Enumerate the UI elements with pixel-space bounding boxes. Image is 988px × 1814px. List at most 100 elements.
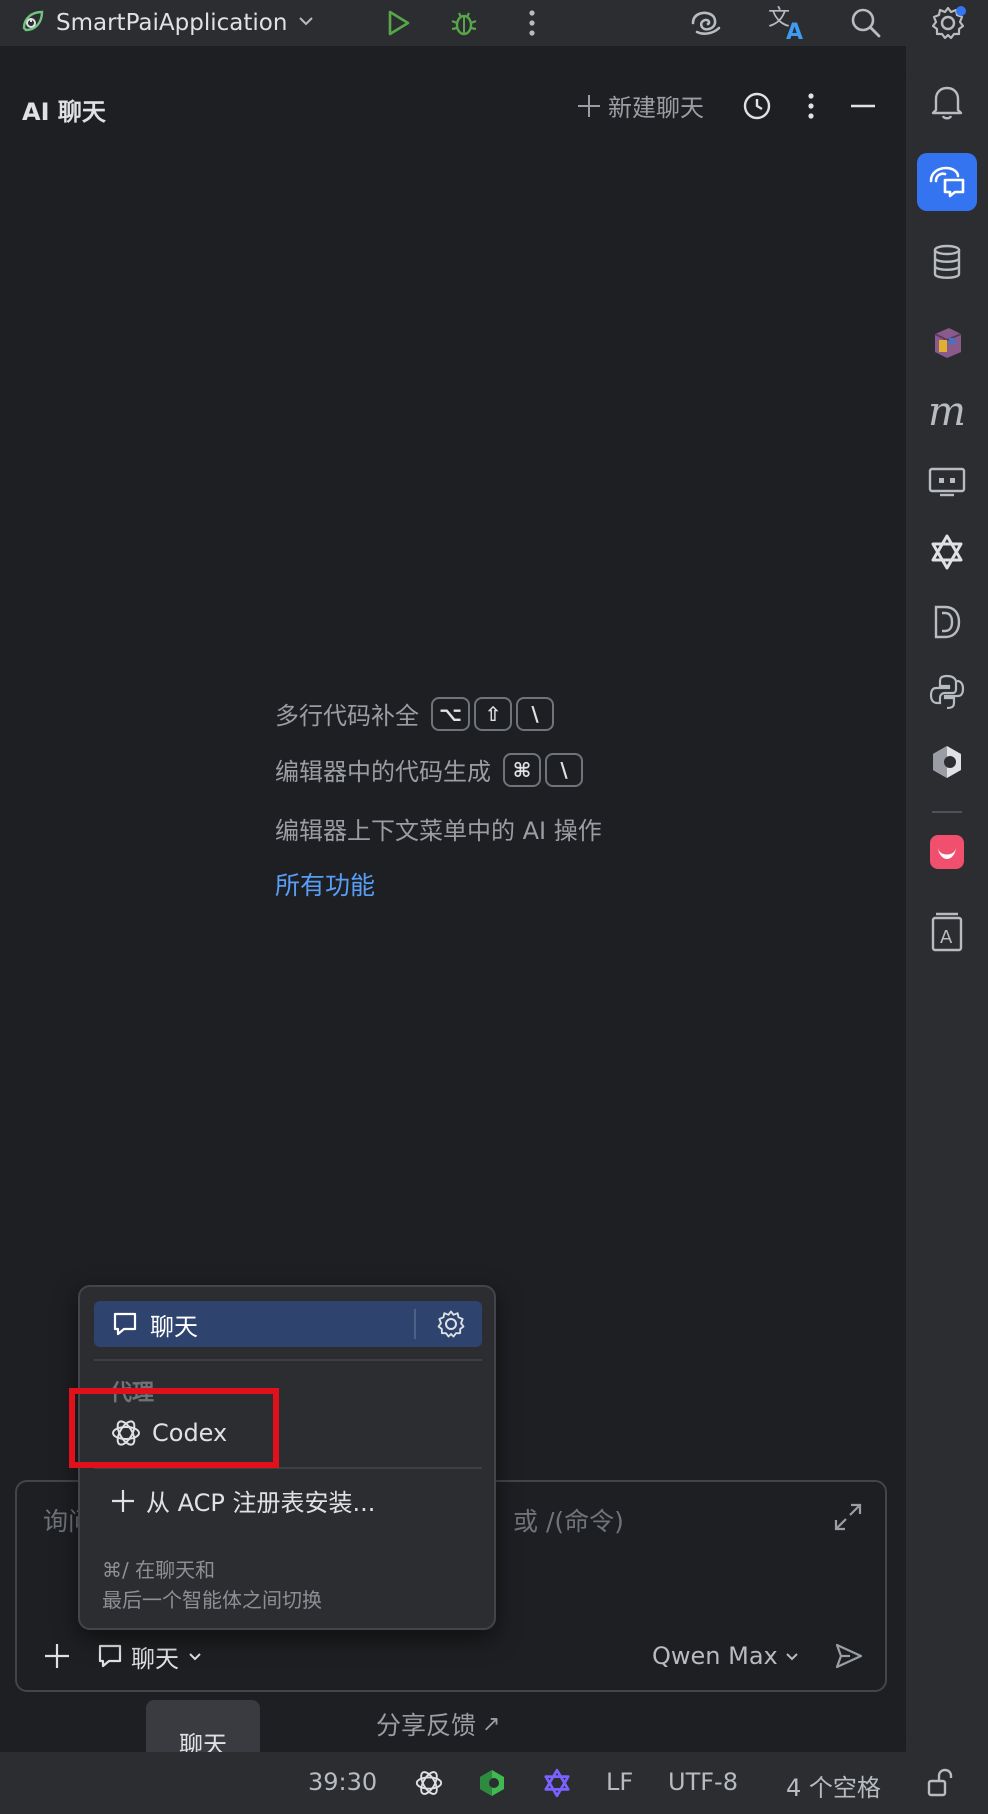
book-a-icon: A	[931, 912, 963, 952]
shift-key: ⇧	[474, 696, 513, 731]
hint-code-generation: 编辑器中的代码生成 ⌘ \	[275, 752, 583, 787]
shortcut-keys: ⌘ \	[503, 752, 583, 787]
plus-icon	[112, 1489, 134, 1512]
minus-icon	[851, 104, 875, 108]
cube-icon	[934, 328, 962, 358]
run-button[interactable]	[378, 4, 418, 42]
bug-icon	[451, 12, 477, 36]
gear-icon	[931, 6, 966, 40]
chat-history-button[interactable]	[737, 86, 777, 126]
more-vertical-icon	[529, 10, 535, 36]
indent-setting[interactable]: 4 个空格	[786, 1768, 881, 1803]
install-from-acp-registry[interactable]: 从 ACP 注册表安装...	[110, 1483, 375, 1518]
share-feedback-link[interactable]: 分享反馈 ↗	[376, 1706, 500, 1742]
d-plugin-tool-button[interactable]	[917, 593, 977, 651]
chat-bubble-icon	[98, 1644, 122, 1668]
expand-input-button[interactable]	[833, 1502, 863, 1536]
status-bar: 39:30 LF UTF-8 4 个空格	[0, 1752, 988, 1814]
option-key: ⌥	[431, 696, 471, 731]
line-ending[interactable]: LF	[606, 1768, 633, 1796]
ai-spiral-icon	[691, 11, 721, 35]
all-features-link[interactable]: 所有功能	[275, 866, 375, 902]
tongyi-status-icon[interactable]	[540, 1766, 574, 1800]
chat-mode-selector[interactable]: 聊天	[97, 1636, 203, 1676]
gear-icon	[437, 1310, 465, 1338]
ai-assistant-button[interactable]	[686, 4, 726, 42]
database-icon	[933, 244, 961, 279]
caret-position[interactable]: 39:30	[308, 1768, 377, 1796]
hint-text: 编辑器上下文菜单中的 AI 操作	[275, 817, 602, 845]
chat-settings-button[interactable]	[436, 1309, 466, 1343]
panel-options-button[interactable]	[791, 86, 831, 126]
python-tool-button[interactable]	[917, 663, 977, 721]
annotation-highlight-box	[69, 1388, 279, 1468]
hint-context-menu: 编辑器上下文菜单中的 AI 操作	[275, 811, 602, 846]
add-context-button[interactable]	[37, 1636, 77, 1676]
terminal-tool-button[interactable]	[917, 453, 977, 511]
lingma-tool-button[interactable]	[917, 733, 977, 791]
svg-text:A: A	[940, 927, 953, 948]
placeholder-tail: 或 /(命令)	[513, 1507, 624, 1536]
send-button[interactable]	[829, 1636, 869, 1676]
translate-icon: 文A	[768, 6, 803, 43]
run-config-selector[interactable]: SmartPaiApplication	[20, 4, 315, 42]
feedback-label: 分享反馈	[376, 1711, 477, 1740]
openai-icon[interactable]	[412, 1766, 446, 1800]
pink-plugin-tool-button[interactable]	[917, 823, 977, 881]
dots-screen-icon	[928, 467, 966, 497]
run-config-label: SmartPaiApplication	[56, 10, 288, 36]
python-icon	[929, 674, 965, 710]
dictionary-tool-button[interactable]: A	[917, 903, 977, 961]
debug-button[interactable]	[444, 4, 484, 42]
chevron-down-icon	[786, 1653, 798, 1661]
divider	[94, 1359, 482, 1361]
input-toolbar: 聊天 Qwen Max	[17, 1626, 885, 1690]
hexagon-logo-icon	[933, 746, 961, 778]
file-encoding[interactable]: UTF-8	[668, 1768, 738, 1796]
plugin-tool-button[interactable]	[917, 313, 977, 371]
new-chat-button[interactable]: 新建聊天	[576, 88, 704, 123]
chat-mode-label: 聊天	[131, 1644, 179, 1673]
model-selector[interactable]: Qwen Max	[652, 1636, 800, 1676]
database-tool-button[interactable]	[917, 233, 977, 291]
dropdown-item-label: 聊天	[150, 1312, 198, 1341]
backslash-key: \	[516, 696, 555, 731]
lock-icon[interactable]	[922, 1766, 956, 1800]
lingma-status-icon[interactable]	[475, 1766, 509, 1800]
notifications-button[interactable]	[917, 73, 977, 131]
right-tool-stripe: m A	[906, 46, 988, 1766]
footer-line: ⌘/ 在聊天和	[102, 1558, 216, 1582]
plus-icon	[578, 94, 600, 117]
chevron-down-icon	[189, 1653, 201, 1661]
tongyi-tool-button[interactable]	[917, 523, 977, 581]
divider	[932, 811, 962, 813]
main-toolbar: SmartPaiApplication 文A	[0, 0, 988, 46]
more-vertical-icon	[808, 93, 814, 119]
shortcut-keys: ⌥ ⇧ \	[431, 696, 555, 731]
pink-app-icon	[930, 835, 964, 869]
bell-icon	[931, 86, 963, 120]
hint-text: 多行代码补全	[275, 702, 419, 730]
ai-chat-icon	[929, 166, 965, 198]
chat-bubble-icon	[112, 1311, 138, 1341]
hint-text: 编辑器中的代码生成	[275, 758, 491, 786]
chevron-down-icon	[297, 12, 315, 34]
expand-icon	[834, 1503, 862, 1531]
svg-text:A: A	[786, 20, 803, 43]
settings-button[interactable]	[926, 2, 970, 44]
minimize-panel-button[interactable]	[843, 86, 883, 126]
more-actions-button[interactable]	[514, 4, 550, 42]
clock-icon	[743, 92, 771, 120]
plus-icon	[45, 1644, 69, 1668]
ai-chat-tool-button[interactable]	[917, 153, 977, 211]
search-icon	[851, 8, 881, 38]
send-icon	[835, 1643, 863, 1669]
dropdown-footer-hint: ⌘/ 在聊天和 最后一个智能体之间切换	[102, 1555, 322, 1615]
install-label: 从 ACP 注册表安装...	[146, 1489, 376, 1517]
star-triangle-icon	[931, 534, 963, 570]
footer-line: 最后一个智能体之间切换	[102, 1588, 322, 1612]
maven-tool-button[interactable]: m	[917, 383, 977, 441]
search-button[interactable]	[846, 4, 886, 42]
dropdown-item-chat[interactable]: 聊天	[94, 1301, 482, 1347]
translate-button[interactable]: 文A	[764, 2, 808, 44]
